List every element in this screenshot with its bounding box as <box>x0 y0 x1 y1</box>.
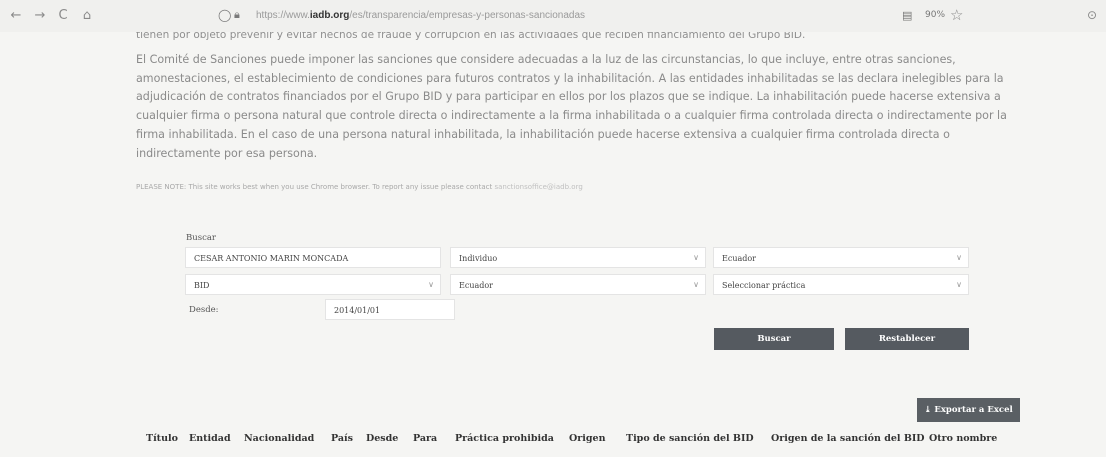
browser-toolbar: ← → C ⌂ ◯ 🔒︎ https://www.iadb.org/es/tra… <box>0 0 1106 32</box>
download-icon: ⤓ <box>924 405 932 415</box>
table-header[interactable]: Origen de la sanción del BID <box>771 433 925 444</box>
shield-icon: ◯ <box>218 8 232 22</box>
table-header[interactable]: Origen <box>569 433 605 444</box>
chevron-down-icon: ∨ <box>428 280 434 289</box>
table-header[interactable]: Desde <box>366 433 398 444</box>
type-select[interactable]: Individuo ∨ <box>450 247 706 268</box>
table-header[interactable]: Práctica prohibida <box>455 433 554 444</box>
table-header[interactable]: Título <box>146 433 178 444</box>
address-bar[interactable]: ◯ 🔒︎ https://www.iadb.org/es/transparenc… <box>214 6 984 27</box>
chevron-down-icon: ∨ <box>693 280 699 289</box>
type-select-value: Individuo <box>459 254 498 263</box>
table-header[interactable]: Para <box>413 433 437 444</box>
reader-view-icon[interactable]: ▤ <box>902 9 912 22</box>
search-button[interactable]: Buscar <box>714 328 834 350</box>
nationality-select-value: Ecuador <box>459 281 494 290</box>
country-select[interactable]: Ecuador ∨ <box>713 247 969 268</box>
table-header[interactable]: País <box>331 433 353 444</box>
reload-icon[interactable]: C <box>55 8 71 24</box>
practice-select[interactable]: Seleccionar práctica ∨ <box>713 274 969 295</box>
desde-label: Desde: <box>189 305 219 315</box>
forward-arrow-icon[interactable]: → <box>32 8 48 24</box>
reset-button[interactable]: Restablecer <box>845 328 969 350</box>
bookmark-star-icon[interactable]: ☆ <box>950 6 963 24</box>
chevron-down-icon: ∨ <box>956 253 962 262</box>
chevron-down-icon: ∨ <box>956 280 962 289</box>
page-content: tienen por objeto prevenir y evitar hech… <box>0 32 1106 457</box>
entity-select[interactable]: BID ∨ <box>185 274 441 295</box>
table-header[interactable]: Nacionalidad <box>244 433 314 444</box>
home-icon[interactable]: ⌂ <box>79 8 95 24</box>
note-email-link[interactable]: sanctionsoffice@iadb.org <box>494 183 582 191</box>
search-label: Buscar <box>186 233 216 243</box>
lock-icon: 🔒︎ <box>234 8 240 21</box>
country-select-value: Ecuador <box>722 254 757 263</box>
sanctions-paragraph: El Comité de Sanciones puede imponer las… <box>136 53 1007 160</box>
name-input[interactable]: CESAR ANTONIO MARIN MONCADA <box>185 247 441 268</box>
url-text[interactable]: https://www.iadb.org/es/transparencia/em… <box>256 10 585 21</box>
export-excel-button[interactable]: ⤓ Exportar a Excel <box>917 398 1020 422</box>
nationality-select[interactable]: Ecuador ∨ <box>450 274 706 295</box>
table-header[interactable]: Otro nombre <box>929 433 997 444</box>
table-header[interactable]: Entidad <box>189 433 231 444</box>
entity-select-value: BID <box>194 281 210 290</box>
note-text: PLEASE NOTE: This site works best when y… <box>136 183 495 191</box>
back-arrow-icon[interactable]: ← <box>8 8 24 24</box>
practice-select-value: Seleccionar práctica <box>722 281 806 290</box>
chevron-down-icon: ∨ <box>693 253 699 262</box>
intro-cut-line: tienen por objeto prevenir y evitar hech… <box>136 32 806 40</box>
table-header[interactable]: Tipo de sanción del BID <box>626 433 754 444</box>
export-excel-label: Exportar a Excel <box>934 405 1013 415</box>
zoom-level[interactable]: 90% <box>925 10 945 20</box>
desde-input-value: 2014/01/01 <box>334 306 381 315</box>
name-input-value: CESAR ANTONIO MARIN MONCADA <box>194 254 349 263</box>
desde-input[interactable]: 2014/01/01 <box>325 299 455 320</box>
browser-note: PLEASE NOTE: This site works best when y… <box>136 183 583 191</box>
pocket-icon[interactable]: ⊙ <box>1087 8 1097 22</box>
